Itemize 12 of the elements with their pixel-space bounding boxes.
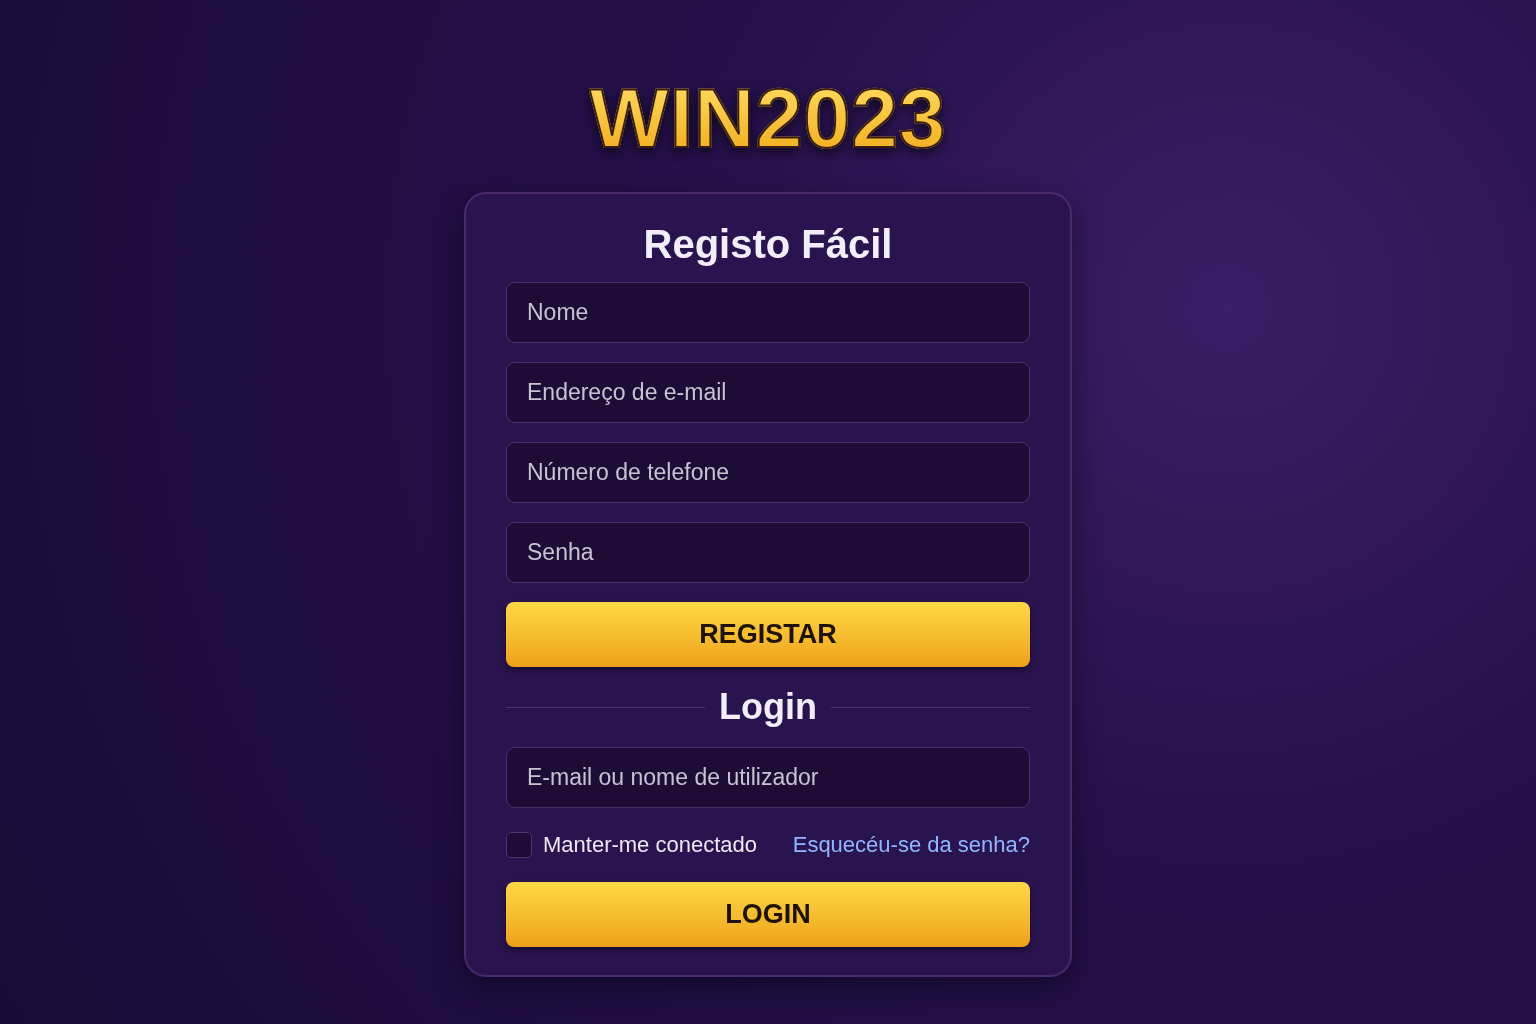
input-field[interactable]: Endereço de e-mail xyxy=(506,362,1030,423)
form-title: Registo Fácil xyxy=(642,222,894,267)
input-field[interactable]: Nome xyxy=(506,282,1030,343)
input-field[interactable]: E-mail ou nome de utilizador xyxy=(506,747,1030,808)
login-button[interactable]: LOGIN xyxy=(506,882,1030,947)
checkbox[interactable] xyxy=(506,832,532,858)
input-field[interactable]: Senha xyxy=(506,522,1030,583)
register-button[interactable]: REGISTAR xyxy=(506,602,1030,667)
forgot-password-link[interactable]: Esquecéu-se da senha? xyxy=(792,832,1030,858)
section-title: Login xyxy=(719,686,817,728)
checkbox-label: Manter-me conectado xyxy=(543,832,757,858)
input-field[interactable]: Número de telefone xyxy=(506,442,1030,503)
